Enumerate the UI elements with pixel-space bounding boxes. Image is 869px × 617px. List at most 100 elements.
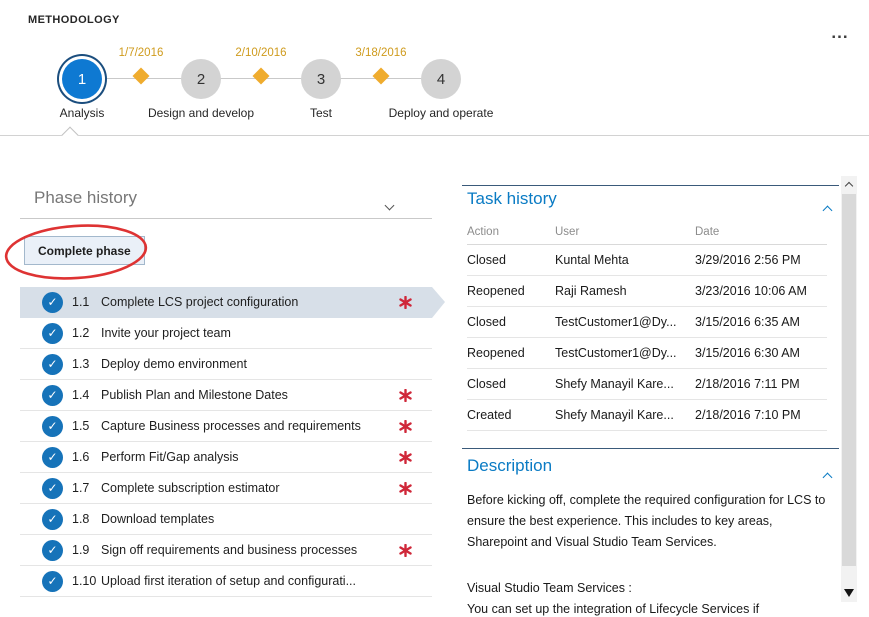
task-complete-check-icon: ✓ xyxy=(42,354,63,375)
task-history-collapse-toggle[interactable] xyxy=(824,201,831,219)
cell-action: Closed xyxy=(467,315,555,329)
cell-date: 3/15/2016 6:35 AM xyxy=(695,315,827,329)
task-complete-check-icon: ✓ xyxy=(42,509,63,530)
task-number: 1.2 xyxy=(72,326,101,340)
milestone-diamond-icon xyxy=(133,68,150,85)
section-divider xyxy=(462,448,839,449)
scroll-up-button[interactable] xyxy=(841,176,857,192)
task-row[interactable]: ✓ 1.9 Sign off requirements and business… xyxy=(20,535,432,566)
task-title: Perform Fit/Gap analysis xyxy=(101,450,399,464)
page-title: METHODOLOGY xyxy=(28,14,120,26)
cell-user: TestCustomer1@Dy... xyxy=(555,346,695,360)
task-complete-check-icon: ✓ xyxy=(42,416,63,437)
milestone-date: 3/18/2016 xyxy=(336,47,426,59)
phase-history-collapse-toggle[interactable] xyxy=(386,196,393,214)
task-row[interactable]: ✓ 1.1 Complete LCS project configuration xyxy=(20,287,432,318)
description-paragraph: Before kicking off, complete the require… xyxy=(467,490,835,553)
scroll-down-button[interactable] xyxy=(841,585,857,601)
description-paragraph: You can set up the integration of Lifecy… xyxy=(467,599,835,617)
phase-step-2[interactable]: 2 xyxy=(181,59,221,99)
active-phase-notch xyxy=(62,127,79,144)
cell-date: 3/23/2016 10:06 AM xyxy=(695,284,827,298)
table-row: Reopened Raji Ramesh 3/23/2016 10:06 AM xyxy=(467,276,827,307)
task-complete-check-icon: ✓ xyxy=(42,571,63,592)
cell-user: Shefy Manayil Kare... xyxy=(555,377,695,391)
required-asterisk-icon xyxy=(399,544,412,557)
task-title: Complete LCS project configuration xyxy=(101,295,399,309)
required-asterisk-icon xyxy=(399,482,412,495)
task-row[interactable]: ✓ 1.2 Invite your project team xyxy=(20,318,432,349)
cell-date: 3/15/2016 6:30 AM xyxy=(695,346,827,360)
task-complete-check-icon: ✓ xyxy=(42,292,63,313)
check-glyph: ✓ xyxy=(47,388,57,402)
task-title: Upload first iteration of setup and conf… xyxy=(101,574,399,588)
task-row[interactable]: ✓ 1.5 Capture Business processes and req… xyxy=(20,411,432,442)
task-row[interactable]: ✓ 1.10 Upload first iteration of setup a… xyxy=(20,566,432,597)
description-paragraph: Visual Studio Team Services : xyxy=(467,578,835,599)
check-glyph: ✓ xyxy=(47,543,57,557)
phase-step-4[interactable]: 4 xyxy=(421,59,461,99)
task-number: 1.9 xyxy=(72,543,101,557)
section-divider xyxy=(462,185,839,186)
phase-number: 3 xyxy=(317,71,325,88)
cell-action: Closed xyxy=(467,377,555,391)
chevron-up-icon xyxy=(823,473,833,483)
check-glyph: ✓ xyxy=(47,326,57,340)
task-title: Publish Plan and Milestone Dates xyxy=(101,388,399,402)
column-header-action: Action xyxy=(467,226,555,238)
cell-action: Created xyxy=(467,408,555,422)
task-row[interactable]: ✓ 1.4 Publish Plan and Milestone Dates xyxy=(20,380,432,411)
task-number: 1.5 xyxy=(72,419,101,433)
task-number: 1.10 xyxy=(72,574,101,588)
table-row: Closed Shefy Manayil Kare... 2/18/2016 7… xyxy=(467,369,827,400)
cell-date: 3/29/2016 2:56 PM xyxy=(695,253,827,267)
phase-history-title: Phase history xyxy=(34,188,137,208)
divider xyxy=(20,218,432,219)
right-panel-scrollbar[interactable] xyxy=(841,176,857,602)
description-title: Description xyxy=(467,456,552,476)
task-number: 1.3 xyxy=(72,357,101,371)
task-row[interactable]: ✓ 1.6 Perform Fit/Gap analysis xyxy=(20,442,432,473)
required-asterisk-icon xyxy=(399,296,412,309)
task-title: Sign off requirements and business proce… xyxy=(101,543,399,557)
check-glyph: ✓ xyxy=(47,574,57,588)
task-number: 1.8 xyxy=(72,512,101,526)
phase-step-1[interactable]: 1 xyxy=(62,59,102,99)
complete-phase-button[interactable]: Complete phase xyxy=(24,236,145,265)
task-history-table: Action User Date Closed Kuntal Mehta 3/2… xyxy=(467,219,827,431)
milestone-date: 1/7/2016 xyxy=(96,47,186,59)
task-number: 1.4 xyxy=(72,388,101,402)
more-options-button[interactable]: ... xyxy=(820,26,860,50)
task-number: 1.7 xyxy=(72,481,101,495)
table-row: Closed Kuntal Mehta 3/29/2016 2:56 PM xyxy=(467,245,827,276)
table-row: Reopened TestCustomer1@Dy... 3/15/2016 6… xyxy=(467,338,827,369)
task-complete-check-icon: ✓ xyxy=(42,323,63,344)
check-glyph: ✓ xyxy=(47,357,57,371)
cell-action: Reopened xyxy=(467,346,555,360)
required-asterisk-icon xyxy=(399,420,412,433)
task-complete-check-icon: ✓ xyxy=(42,385,63,406)
task-row[interactable]: ✓ 1.3 Deploy demo environment xyxy=(20,349,432,380)
task-complete-check-icon: ✓ xyxy=(42,447,63,468)
task-number: 1.6 xyxy=(72,450,101,464)
description-collapse-toggle[interactable] xyxy=(824,468,831,486)
lcs-methodology-screen: METHODOLOGY ... 1/7/2016 2/10/2016 3/18/… xyxy=(0,0,869,617)
cell-action: Closed xyxy=(467,253,555,267)
milestone-diamond-icon xyxy=(373,68,390,85)
task-row[interactable]: ✓ 1.7 Complete subscription estimator xyxy=(20,473,432,504)
column-header-date: Date xyxy=(695,226,827,238)
cell-user: Kuntal Mehta xyxy=(555,253,695,267)
chevron-up-icon xyxy=(823,206,833,216)
task-title: Invite your project team xyxy=(101,326,399,340)
task-row[interactable]: ✓ 1.8 Download templates xyxy=(20,504,432,535)
task-list: ✓ 1.1 Complete LCS project configuration… xyxy=(20,287,432,597)
phase-step-3[interactable]: 3 xyxy=(301,59,341,99)
task-title: Capture Business processes and requireme… xyxy=(101,419,399,433)
task-title: Complete subscription estimator xyxy=(101,481,399,495)
column-header-user: User xyxy=(555,226,695,238)
check-glyph: ✓ xyxy=(47,481,57,495)
table-header-row: Action User Date xyxy=(467,219,827,245)
phase-number: 4 xyxy=(437,71,445,88)
required-asterisk-icon xyxy=(399,389,412,402)
scrollbar-thumb[interactable] xyxy=(842,194,856,566)
